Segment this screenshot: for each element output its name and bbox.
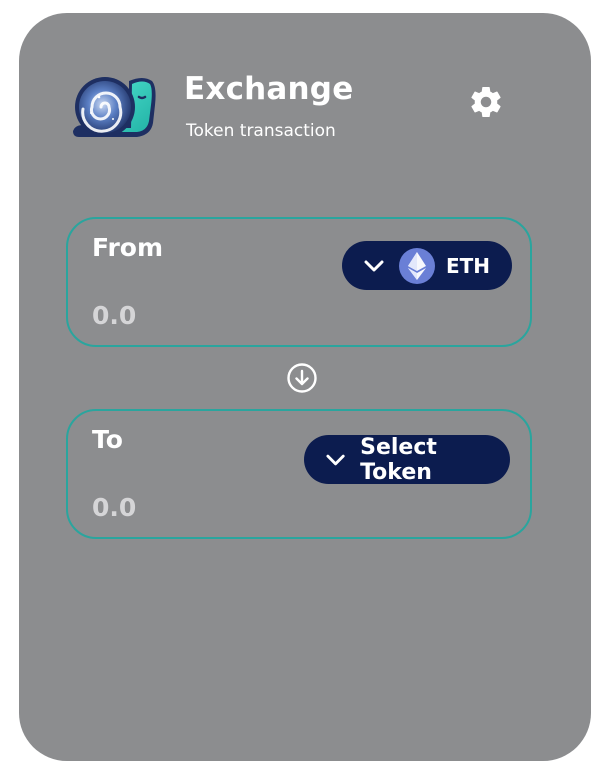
- from-amount-input[interactable]: 0.0: [92, 301, 136, 330]
- to-label: To: [92, 425, 123, 454]
- to-token-label: Select Token: [360, 434, 437, 485]
- gear-icon[interactable]: [468, 84, 504, 120]
- page-subtitle: Token transaction: [186, 121, 336, 141]
- from-panel: From 0.0 ETH: [66, 217, 532, 347]
- chevron-down-icon: [326, 454, 345, 465]
- arrow-down-circle-icon[interactable]: [286, 362, 318, 394]
- from-token-button[interactable]: ETH: [342, 241, 512, 290]
- to-amount-input[interactable]: 0.0: [92, 493, 136, 522]
- exchange-card: Exchange Token transaction From 0.0 ETH: [19, 13, 591, 761]
- to-panel: To 0.0 Select Token: [66, 409, 532, 539]
- page-title: Exchange: [184, 71, 354, 107]
- snail-logo: [73, 77, 156, 137]
- chevron-down-icon: [364, 260, 384, 271]
- from-label: From: [92, 233, 164, 262]
- from-token-label: ETH: [446, 253, 491, 278]
- ethereum-icon: [399, 247, 435, 284]
- select-token-button[interactable]: Select Token: [304, 434, 510, 485]
